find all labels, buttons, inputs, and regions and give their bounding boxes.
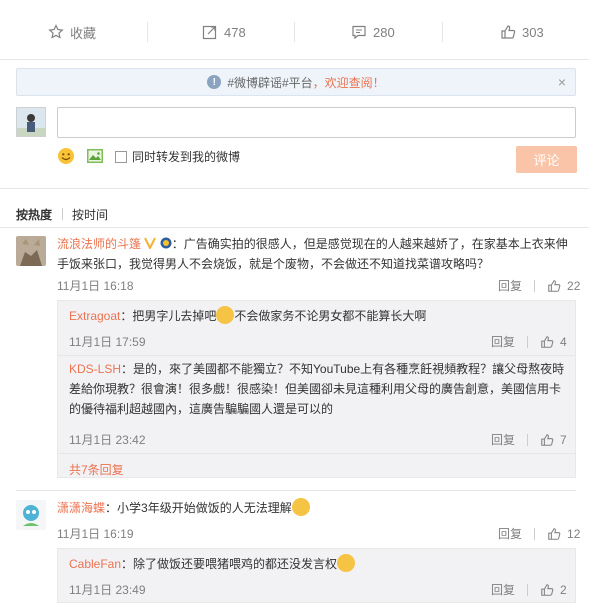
like-count: 7 (560, 432, 567, 447)
sort-bar: 按热度 按时间 (0, 188, 589, 228)
divider (527, 433, 529, 446)
comment-button[interactable]: 280 (351, 22, 395, 42)
comment-text-cont: 手饭来张口，我觉得男人不会烧饭，就是个废物，不会做还不知道找菜谱攻略吗？ (57, 257, 490, 271)
reply-time: 11月1日 23:42 (69, 433, 146, 447)
thumbs-up-icon[interactable] (540, 335, 554, 349)
thumbs-up-icon[interactable] (540, 433, 554, 447)
reply-list: Extragoat：把男字儿去掉吧 不会做家务不论男女都不能算长大啊 11月1日 … (57, 300, 576, 478)
avatar[interactable] (16, 500, 46, 530)
like-button[interactable]: 303 (500, 22, 544, 42)
comment-input[interactable] (57, 107, 576, 138)
divider (62, 208, 63, 220)
reply-body: KDS-LSH：是的，來了美國都不能獨立？不知YouTube上有各種烹飪視頻教程… (69, 359, 574, 419)
action-bar: 收藏 478 280 303 (0, 0, 589, 60)
collect-button[interactable]: 收藏 (48, 22, 96, 42)
reply-button[interactable]: 回复 (491, 581, 515, 598)
comment-text: ：广告确实拍的很感人，但是感觉现在的人越来越娇了，在家基本上衣来伸 (171, 237, 568, 251)
divider (147, 22, 148, 42)
comment-count: 280 (373, 24, 395, 40)
divider (16, 490, 576, 491)
star-icon (48, 24, 64, 39)
comment-time: 11月1日 16:19 (57, 527, 134, 541)
reply-text-cont: 差給你現教？很會演！很多戲！很感染！但美國卻未見這種利用父母的廣告創意，美國信用… (69, 382, 562, 396)
divider (442, 22, 443, 42)
reply-username[interactable]: KDS-LSH (69, 362, 121, 376)
reply-text: ：除了做饭还要喂猪喂鸡的都还没发言权 (121, 557, 338, 571)
sync-checkbox[interactable] (115, 150, 127, 163)
forward-icon (202, 25, 217, 40)
cat-emoji-icon (337, 554, 356, 572)
submit-comment-button[interactable]: 评论 (516, 146, 577, 173)
reply-username[interactable]: CableFan (69, 557, 121, 571)
comment-username[interactable]: 潇潇海蝶 (57, 501, 105, 515)
like-count: 2 (560, 582, 567, 597)
comment-body: 流浪法师的斗篷 ：广告确实拍的很感人，但是感觉现在的人越来越娇了，在家基本上衣来… (57, 234, 577, 274)
info-icon: ! (207, 75, 222, 89)
reply-username[interactable]: Extragoat (69, 309, 120, 323)
reply-button[interactable]: 回复 (498, 277, 522, 294)
reply-text: ：是的，來了美國都不能獨立？不知YouTube上有各種烹飪視頻教程？讓父母熬夜時 (121, 362, 565, 376)
reply-body: CableFan：除了做饭还要喂猪喂鸡的都还没发言权 (69, 554, 569, 574)
close-icon[interactable]: × (558, 74, 566, 90)
emoji-icon[interactable] (57, 147, 75, 165)
like-count: 303 (522, 24, 544, 40)
forward-button[interactable]: 478 (202, 22, 246, 42)
divider (58, 453, 575, 454)
sync-label: 同时转发到我的微博 (132, 150, 241, 164)
thumbs-up-icon[interactable] (540, 583, 554, 597)
image-icon[interactable] (86, 148, 104, 164)
avatar[interactable] (16, 236, 46, 266)
notice-text[interactable]: #微博辟谣#平台 (227, 74, 312, 91)
sync-forward-option[interactable]: 同时转发到我的微博 (115, 148, 240, 165)
like-count: 12 (567, 526, 581, 541)
reply-text-cont: 不会做家务不论男女都不能算长大啊 (234, 309, 427, 323)
sort-by-hot[interactable]: 按热度 (16, 206, 52, 223)
reply-actions: 回复 2 (491, 581, 567, 598)
laughing-emoji-icon (216, 306, 235, 324)
comment-username[interactable]: 流浪法师的斗篷 (57, 237, 141, 251)
divider (58, 355, 575, 356)
comment-icon (352, 25, 366, 40)
reply-actions: 回复 7 (491, 431, 567, 448)
reply-time: 11月1日 23:49 (69, 583, 146, 597)
reply-button[interactable]: 回复 (491, 431, 515, 448)
like-count: 4 (560, 334, 567, 349)
reply-text: ：把男字儿去掉吧 (120, 309, 217, 323)
more-replies-link[interactable]: 共7条回复 (69, 461, 124, 478)
sort-by-time[interactable]: 按时间 (72, 206, 108, 223)
member-badge-icon (160, 237, 172, 249)
divider (534, 279, 536, 292)
thumbs-up-icon[interactable] (547, 279, 561, 293)
verified-badge-icon (144, 237, 157, 249)
forward-count: 478 (224, 24, 246, 40)
reply-actions: 回复 4 (491, 333, 567, 350)
reply-list: CableFan：除了做饭还要喂猪喂鸡的都还没发言权 11月1日 23:49 回… (57, 548, 576, 603)
like-count: 22 (567, 278, 581, 293)
divider (534, 527, 536, 540)
collect-label: 收藏 (70, 25, 97, 41)
divider (527, 335, 529, 348)
reply-text-cont: 的優待福利超越國內，這廣告騙騙國人還是可以的 (69, 402, 334, 416)
reply-time: 11月1日 17:59 (69, 335, 146, 349)
notice-banner: ! #微博辟谣#平台 ，欢迎查阅！ × (16, 68, 576, 96)
comment-time: 11月1日 16:18 (57, 279, 134, 293)
my-avatar[interactable] (16, 107, 46, 137)
comment-text: ：小学3年级开始做饭的人无法理解 (105, 501, 292, 515)
divider (527, 583, 529, 596)
thumbs-up-icon[interactable] (547, 527, 561, 541)
comment-actions: 回复 12 (498, 525, 580, 542)
reply-button[interactable]: 回复 (491, 333, 515, 350)
divider (294, 22, 295, 42)
thumbs-up-icon (501, 25, 516, 39)
reply-body: Extragoat：把男字儿去掉吧 不会做家务不论男女都不能算长大啊 (69, 306, 569, 326)
reply-button[interactable]: 回复 (498, 525, 522, 542)
notice-link[interactable]: ，欢迎查阅！ (313, 74, 385, 91)
comment-actions: 回复 22 (498, 277, 580, 294)
comment-body: 潇潇海蝶：小学3年级开始做饭的人无法理解 (57, 498, 577, 518)
sweat-emoji-icon (291, 498, 310, 516)
